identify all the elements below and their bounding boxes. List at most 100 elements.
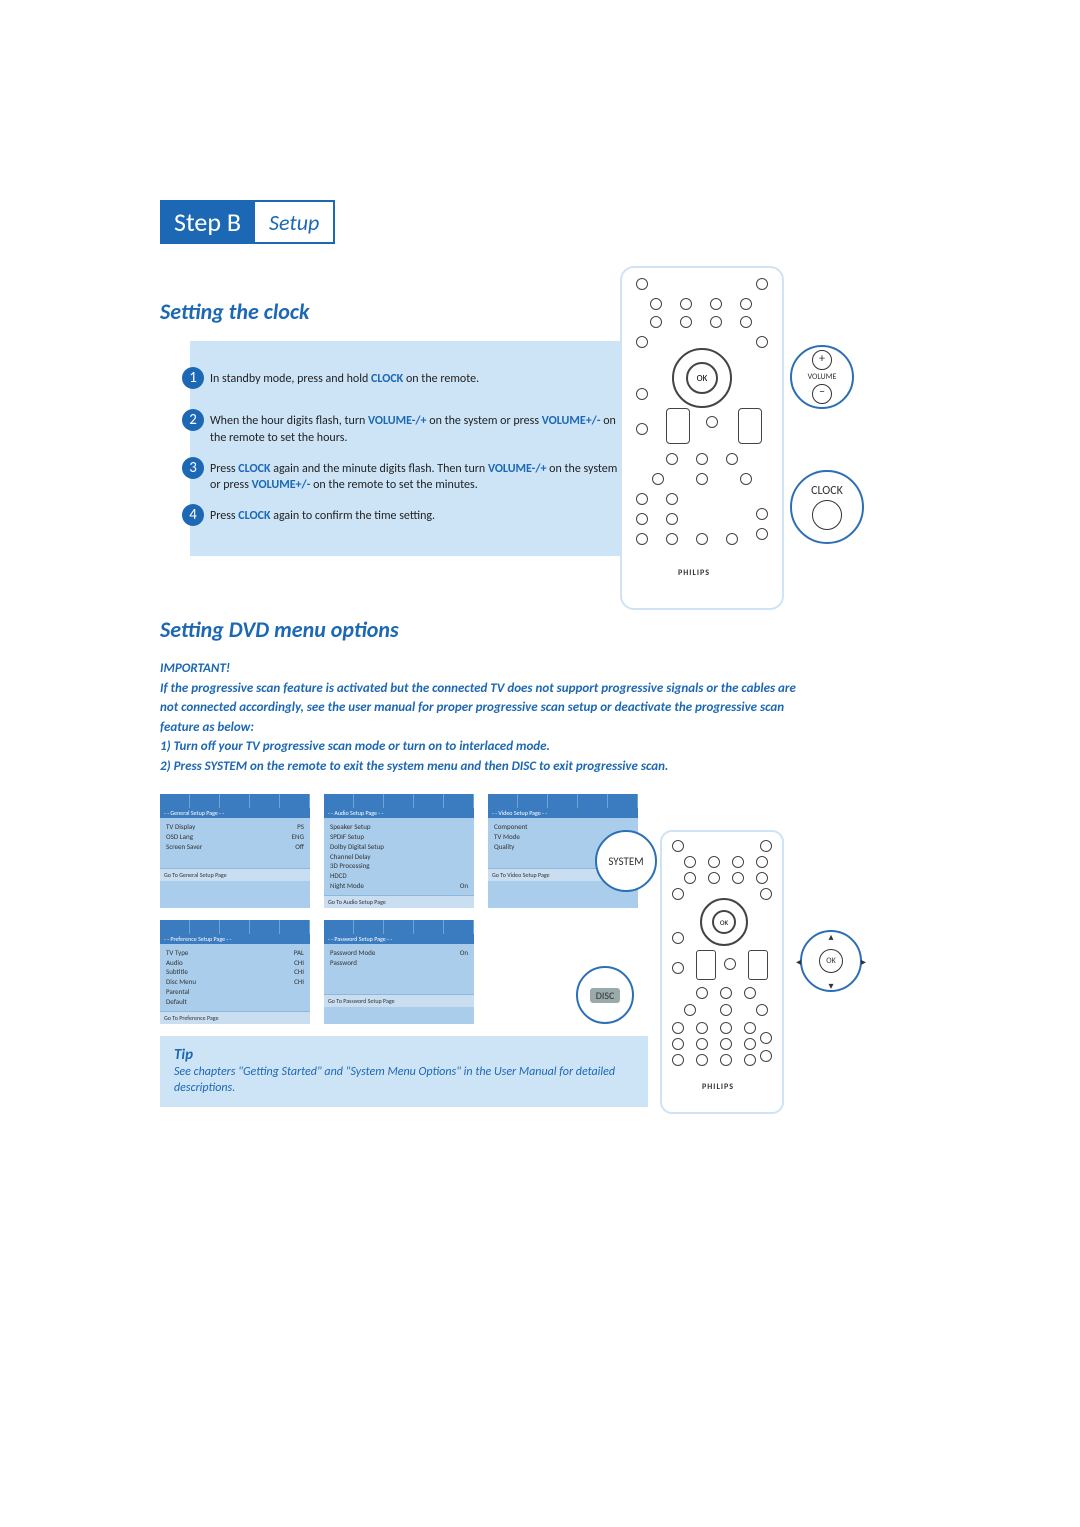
remote-btn: [756, 336, 768, 348]
remote-btn: [636, 513, 648, 525]
menu-tabs: [160, 920, 310, 934]
important-body: If the progressive scan feature is activ…: [160, 679, 800, 777]
remote-btn: [636, 336, 648, 348]
val: PAL: [294, 948, 304, 958]
txt: When the hour digits flash, turn: [210, 414, 368, 428]
menu-tabs: [324, 920, 474, 934]
txt: again and the minute digits flash. Then …: [271, 462, 488, 476]
lbl: TV Display: [166, 822, 195, 832]
txt: on the remote to set the minutes.: [310, 478, 477, 492]
remote-btn: [760, 888, 772, 900]
step-number-2: 2: [182, 409, 204, 431]
remote-btn: [740, 298, 752, 310]
remote-clock-illustration: OK PHILIPS: [620, 266, 784, 610]
remote-btn: [696, 1038, 708, 1050]
remote-btn: [684, 872, 696, 884]
plus-icon: +: [812, 350, 832, 370]
lbl: Screen Saver: [166, 842, 202, 852]
remote-btn: [720, 1004, 732, 1016]
remote-btn: [760, 840, 772, 852]
kw: VOLUME+/-: [252, 478, 311, 492]
tip-block: Tip See chapters "Getting Started" and "…: [160, 1036, 648, 1108]
down-arrow-icon: ▾: [828, 979, 833, 992]
clock-button-icon: [812, 500, 842, 530]
left-arrow-icon: ◂: [796, 955, 801, 968]
txt: on the system or press: [427, 414, 542, 428]
remote-btn: [666, 513, 678, 525]
kw: VOLUME-/+: [488, 462, 547, 476]
section-title-clock: Setting the clock: [160, 298, 920, 325]
right-arrow-icon: ▸: [861, 955, 866, 968]
lbl: Channel Delay: [330, 852, 371, 862]
remote-btn: [726, 533, 738, 545]
lbl: Parental: [166, 987, 189, 997]
remote-btn: [696, 453, 708, 465]
remote-btn: [756, 528, 768, 540]
callout-system: SYSTEM: [595, 830, 657, 892]
remote-btn: [732, 856, 744, 868]
lbl: 3D Processing: [330, 861, 370, 871]
lbl: OSD Lang: [166, 832, 193, 842]
lbl: Component: [494, 822, 528, 832]
remote-btn: [720, 1038, 732, 1050]
txt: on the remote.: [403, 372, 479, 386]
val: On: [460, 881, 468, 891]
remote-btn: [672, 888, 684, 900]
remote-btn: [672, 1022, 684, 1034]
remote-brand: PHILIPS: [678, 568, 710, 578]
menu-footer: Go To Audio Setup Page: [324, 895, 474, 908]
remote-btn: [756, 508, 768, 520]
lbl: Password: [330, 958, 357, 968]
step-2: 2 When the hour digits flash, turn VOLUM…: [210, 413, 630, 447]
section-title-dvd: Setting DVD menu options: [160, 616, 920, 643]
remote-rocker: [666, 408, 690, 444]
remote-btn: [636, 278, 648, 290]
page: Step B Setup Setting the clock 1 In stan…: [0, 0, 1080, 1167]
menu-body: Speaker Setup SPDIF Setup Dolby Digital …: [324, 818, 474, 895]
txt: again to confirm the time setting.: [271, 509, 436, 523]
remote-btn: [696, 987, 708, 999]
step-header: Step B Setup: [160, 200, 335, 244]
ok-button: OK: [686, 362, 718, 394]
step-text-4: Press CLOCK again to confirm the time se…: [210, 508, 630, 525]
menu-body: TV TypePAL AudioCHI SubtitleCHI Disc Men…: [160, 944, 310, 1011]
menu-title: - - Preference Setup Page - -: [160, 934, 310, 944]
lbl: Subtitle: [166, 967, 188, 977]
menu-title: - - Audio Setup Page - -: [324, 808, 474, 818]
menu-title: - - Password Setup Page - -: [324, 934, 474, 944]
kw: VOLUME+/-: [542, 414, 601, 428]
remote-btn: [696, 533, 708, 545]
menu-tabs: [488, 794, 638, 808]
lbl: TV Type: [166, 948, 188, 958]
lbl: Night Mode: [330, 881, 364, 891]
remote-btn: [636, 533, 648, 545]
step-number-3: 3: [182, 457, 204, 479]
remote-btn: [708, 856, 720, 868]
system-label: SYSTEM: [608, 855, 643, 868]
menu-preference: - - Preference Setup Page - - TV Type PAL…: [160, 920, 310, 1024]
kw: CLOCK: [238, 462, 270, 476]
clock-label: CLOCK: [811, 484, 843, 498]
remote-btn: [720, 987, 732, 999]
val: CHI: [294, 977, 304, 987]
val: ENG: [292, 832, 304, 842]
disc-label: DISC: [590, 988, 621, 1003]
menus-row-1: - - General Setup Page - - TV DisplayPS …: [160, 794, 920, 908]
menu-body: Password ModeOn Password: [324, 944, 474, 994]
txt: In standby mode, press and hold: [210, 372, 371, 386]
tip-title: Tip: [174, 1046, 634, 1064]
remote-btn: [672, 1054, 684, 1066]
menu-title: - - General Setup Page - -: [160, 808, 310, 818]
val: CHI: [294, 958, 304, 968]
remote-rocker: [696, 950, 716, 980]
remote-btn: [636, 423, 648, 435]
remote-btn: [756, 1004, 768, 1016]
remote-btn: [696, 1022, 708, 1034]
val: Off: [295, 842, 304, 852]
menu-password: - - Password Setup Page - - Password Mod…: [324, 920, 474, 1024]
menu-title: - - Video Setup Page - -: [488, 808, 638, 818]
lbl: Audio: [166, 958, 183, 968]
remote-btn: [708, 872, 720, 884]
ok-label: OK: [819, 949, 843, 973]
step-label: Step B: [160, 200, 255, 244]
